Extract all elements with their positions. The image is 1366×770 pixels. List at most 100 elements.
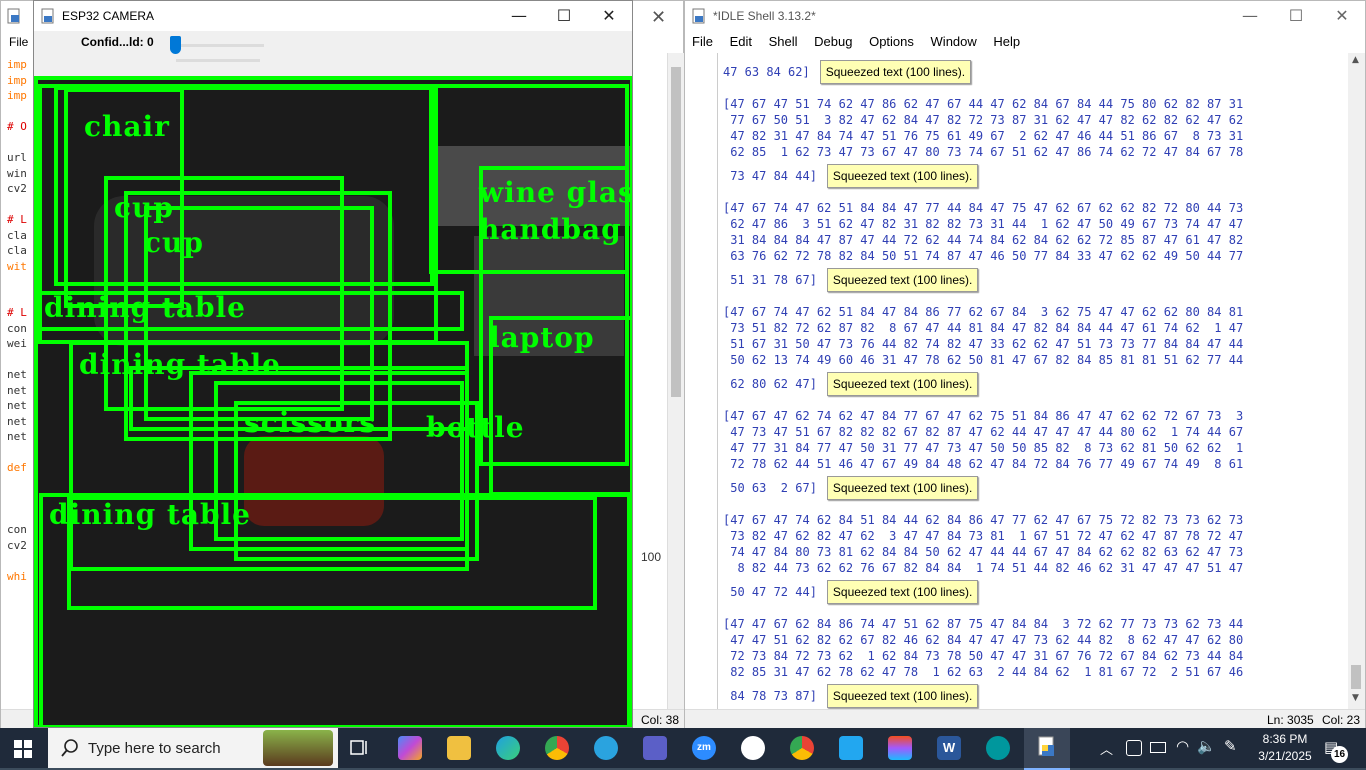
shell-output-row: 84 78 73 87] Squeezed text (100 lines). bbox=[723, 680, 1243, 712]
chrome-profile-icon[interactable] bbox=[545, 736, 569, 760]
shell-output-tail: 62 80 62 47] bbox=[723, 377, 817, 391]
window-app-icon bbox=[41, 8, 55, 24]
shell-output-line: 82 85 31 47 62 78 62 47 78 1 62 63 2 44 … bbox=[723, 665, 1244, 679]
detection-label: dining table bbox=[49, 498, 251, 531]
confidence-slider-thumb[interactable] bbox=[170, 36, 181, 54]
shell-output[interactable]: 47 63 84 62] Squeezed text (100 lines). [4… bbox=[723, 56, 1243, 720]
camera-window-title: ESP32 CAMERA bbox=[62, 9, 155, 23]
editor-scrollbar[interactable] bbox=[667, 53, 685, 709]
editor-menu-file[interactable]: File bbox=[9, 35, 28, 49]
squeezed-text-button[interactable]: Squeezed text (100 lines). bbox=[826, 372, 979, 396]
app-hex-icon[interactable] bbox=[643, 736, 667, 760]
minimize-icon[interactable]: — bbox=[1235, 5, 1265, 27]
idle-app-icon bbox=[692, 8, 706, 24]
detection-label: wine glass bbox=[479, 176, 632, 209]
windows-start-icon[interactable] bbox=[14, 740, 32, 762]
menu-window[interactable]: Window bbox=[931, 34, 977, 49]
code-line: cv2 bbox=[7, 182, 27, 195]
word-icon[interactable]: W bbox=[937, 736, 961, 760]
idle-shell-window: *IDLE Shell 3.13.2* — ☐ ✕ File Edit Shel… bbox=[684, 0, 1366, 730]
idle-file-icon bbox=[7, 8, 21, 24]
squeezed-text-button[interactable]: Squeezed text (100 lines). bbox=[826, 476, 979, 500]
code-line: def bbox=[7, 461, 27, 474]
squeezed-text-button[interactable]: Squeezed text (100 lines). bbox=[826, 580, 979, 604]
copilot-icon[interactable] bbox=[398, 736, 422, 760]
zoom-icon[interactable]: zm bbox=[692, 736, 716, 760]
confidence-slider-track[interactable] bbox=[176, 44, 264, 47]
code-line: imp bbox=[7, 89, 27, 102]
taskbar-search[interactable]: Type here to search bbox=[48, 728, 338, 768]
detection-label: handbag bbox=[479, 213, 622, 246]
shell-scrollbar-thumb[interactable] bbox=[1351, 665, 1361, 689]
vscode-icon[interactable] bbox=[839, 736, 863, 760]
detection-label: dining table bbox=[44, 291, 246, 324]
status-col: Col: 23 bbox=[1322, 713, 1361, 727]
wifi-icon[interactable]: ◠ bbox=[1176, 737, 1189, 755]
detection-label: cup bbox=[144, 226, 204, 259]
camera-window: ESP32 CAMERA — ☐ ✕ Confid...ld: 0 chair bbox=[33, 0, 633, 728]
shell-output-line: 47 77 31 84 77 47 50 31 77 47 73 47 50 5… bbox=[723, 441, 1244, 455]
maximize-icon[interactable]: ☐ bbox=[549, 5, 579, 27]
editor-scrollbar-thumb[interactable] bbox=[671, 67, 681, 397]
close-icon[interactable]: ✕ bbox=[594, 5, 624, 27]
idle-window-title: *IDLE Shell 3.13.2* bbox=[713, 9, 816, 23]
pen-icon[interactable]: ✎ bbox=[1224, 737, 1237, 755]
scroll-up-icon[interactable]: ▲ bbox=[1352, 55, 1359, 65]
shell-output-line: [47 67 74 47 62 51 84 47 84 86 77 62 67 … bbox=[723, 305, 1244, 319]
menu-options[interactable]: Options bbox=[869, 34, 914, 49]
camera-titlebar[interactable]: ESP32 CAMERA — ☐ ✕ bbox=[34, 1, 632, 31]
detection-label: chair bbox=[84, 110, 170, 143]
taskbar: Type here to search zm W ︿ ◠ 🔈 ✎ 8:36 PM… bbox=[0, 728, 1366, 770]
shell-output-tail: 73 47 84 44] bbox=[723, 169, 817, 183]
squeezed-text-button[interactable]: Squeezed text (100 lines). bbox=[819, 60, 972, 84]
code-line: url bbox=[7, 151, 27, 164]
shell-output-tail: 50 47 72 44] bbox=[723, 585, 817, 599]
shell-output-row: 62 80 62 47] Squeezed text (100 lines). bbox=[723, 368, 1243, 400]
editor-code-area[interactable]: imp imp imp # O url win cv2 # L cla cla wit # L con w… bbox=[7, 57, 27, 584]
usb-device-icon[interactable] bbox=[1126, 740, 1142, 756]
minimize-icon[interactable]: — bbox=[504, 5, 534, 27]
code-line: cla bbox=[7, 244, 27, 257]
code-line: whi bbox=[7, 569, 27, 583]
squeezed-text-button[interactable]: Squeezed text (100 lines). bbox=[826, 268, 979, 292]
shell-output-line: 72 78 62 44 51 46 47 67 49 84 48 62 47 8… bbox=[723, 457, 1244, 471]
squeezed-text-button[interactable]: Squeezed text (100 lines). bbox=[826, 164, 979, 188]
menu-file[interactable]: File bbox=[692, 34, 713, 49]
squeezed-text-button[interactable]: Squeezed text (100 lines). bbox=[826, 684, 979, 708]
menu-shell[interactable]: Shell bbox=[769, 34, 798, 49]
menu-edit[interactable]: Edit bbox=[730, 34, 752, 49]
editor-close-icon[interactable]: ✕ bbox=[651, 7, 666, 28]
arduino-icon[interactable] bbox=[986, 736, 1010, 760]
volume-icon[interactable]: 🔈 bbox=[1197, 737, 1216, 755]
detection-label: bottle bbox=[426, 411, 525, 444]
taskbar-clock[interactable]: 8:36 PM 3/21/2025 bbox=[1252, 732, 1318, 763]
code-line: cv2 bbox=[7, 538, 27, 552]
telegram-icon[interactable] bbox=[594, 736, 618, 760]
shell-output-line: 47 73 47 51 67 82 82 82 67 82 87 47 62 4… bbox=[723, 425, 1244, 439]
figma-icon[interactable] bbox=[888, 736, 912, 760]
menu-help[interactable]: Help bbox=[993, 34, 1020, 49]
code-line: cla bbox=[7, 228, 27, 242]
github-icon[interactable] bbox=[741, 736, 765, 760]
python-idle-taskbar-button[interactable] bbox=[1024, 728, 1070, 770]
confidence-label: Confid...ld: 0 bbox=[81, 35, 154, 49]
edge-icon[interactable] bbox=[496, 736, 520, 760]
shell-output-line: 50 62 13 74 49 60 46 31 47 78 62 50 81 4… bbox=[723, 353, 1244, 367]
code-line: # L bbox=[7, 306, 27, 319]
shell-output-line: 47 47 51 62 82 62 67 82 46 62 84 47 47 4… bbox=[723, 633, 1244, 647]
chevron-up-icon[interactable]: ︿ bbox=[1100, 739, 1113, 758]
shell-scrollbar[interactable]: ▲ ▼ bbox=[1348, 53, 1365, 709]
code-line: win bbox=[7, 166, 27, 180]
close-icon[interactable]: ✕ bbox=[1327, 5, 1357, 27]
shell-output-line: 62 85 1 62 73 47 73 67 47 80 73 74 67 51… bbox=[723, 145, 1244, 159]
scroll-down-icon[interactable]: ▼ bbox=[1352, 693, 1359, 703]
maximize-icon[interactable]: ☐ bbox=[1281, 5, 1311, 27]
file-explorer-icon[interactable] bbox=[447, 736, 471, 760]
task-view-icon[interactable] bbox=[348, 736, 372, 760]
menu-debug[interactable]: Debug bbox=[814, 34, 852, 49]
battery-icon[interactable] bbox=[1150, 742, 1166, 753]
code-line: con bbox=[7, 321, 27, 335]
idle-titlebar[interactable]: *IDLE Shell 3.13.2* — ☐ ✕ bbox=[685, 1, 1365, 31]
chrome-icon[interactable] bbox=[790, 736, 814, 760]
